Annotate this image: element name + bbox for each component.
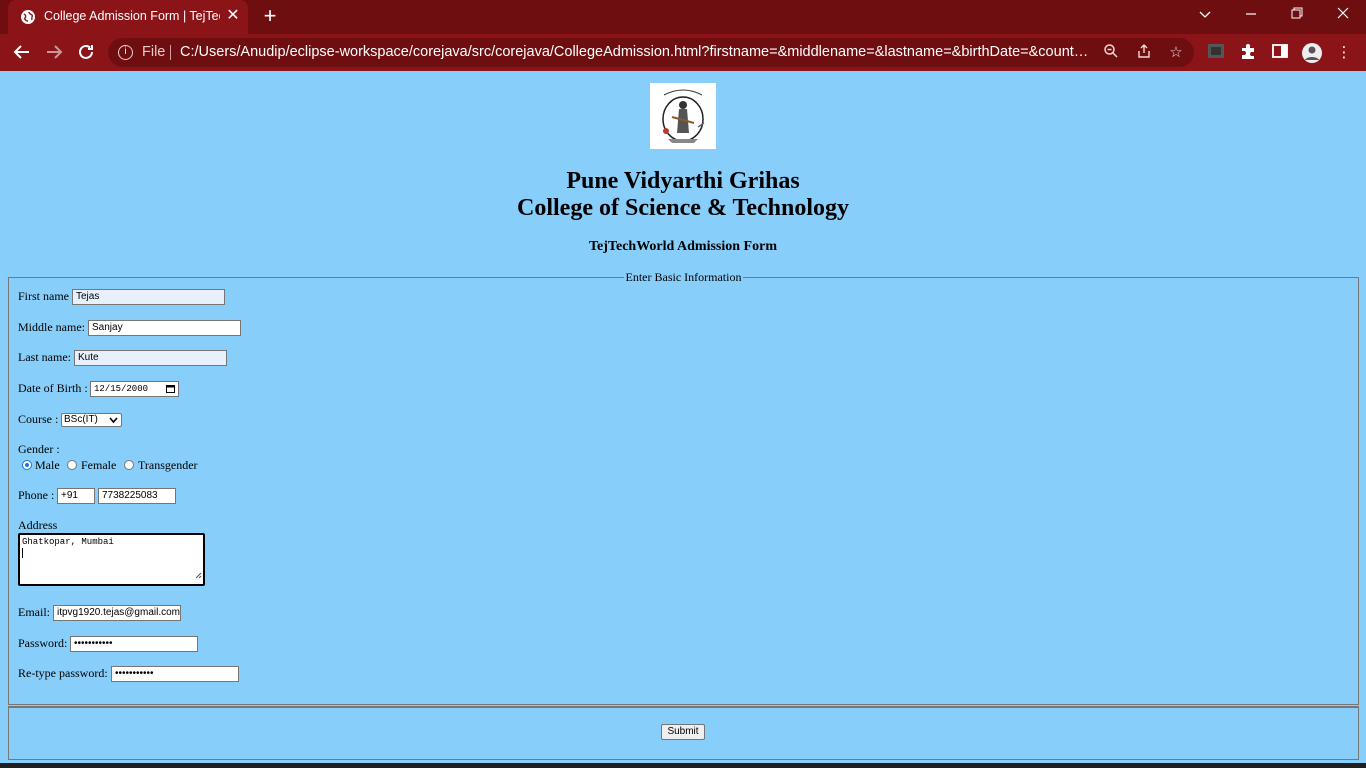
email-label: Email: xyxy=(18,605,50,619)
gender-transgender-label: Transgender xyxy=(138,458,198,472)
college-logo xyxy=(650,83,716,149)
password-label: Password: xyxy=(18,636,68,650)
form-title: TejTechWorld Admission Form xyxy=(589,239,777,254)
fieldset-legend: Enter Basic Information xyxy=(623,270,744,284)
minimize-button[interactable] xyxy=(1228,0,1274,30)
close-tab-icon[interactable]: ✕ xyxy=(224,7,242,25)
retype-password-label: Re-type password: xyxy=(18,666,108,680)
profile-avatar[interactable] xyxy=(1301,42,1322,63)
restore-button[interactable] xyxy=(1274,0,1320,30)
address-value: Ghatkopar, Mumbai xyxy=(22,537,114,547)
dob-value: 12/15/2000 xyxy=(94,384,149,394)
text-cursor xyxy=(22,548,23,558)
college-name-line1: Pune Vidyarthi Grihas xyxy=(566,168,800,194)
middle-name-label: Middle name: xyxy=(18,320,85,334)
dob-input[interactable]: 12/15/2000 xyxy=(90,381,179,397)
last-name-input[interactable]: Kute xyxy=(74,350,227,366)
gender-female-radio[interactable] xyxy=(67,460,77,470)
calendar-icon[interactable] xyxy=(166,384,175,396)
new-tab-button[interactable]: + xyxy=(258,5,282,29)
retype-password-input[interactable]: ••••••••••• xyxy=(111,666,239,682)
browser-toolbar: i File C:/Users/Anudip/eclipse-workspace… xyxy=(0,34,1366,71)
back-icon[interactable] xyxy=(10,40,34,64)
reload-icon[interactable] xyxy=(74,40,98,64)
email-input[interactable]: itpvg1920.tejas@gmail.com xyxy=(53,605,181,621)
last-name-label: Last name: xyxy=(18,350,71,364)
forward-icon[interactable] xyxy=(42,40,66,64)
file-label: File xyxy=(142,44,166,60)
middle-name-input[interactable]: Sanjay xyxy=(88,320,241,336)
menu-kebab-icon[interactable]: ⋮ xyxy=(1334,42,1354,62)
tab-title: College Admission Form | TejTech xyxy=(44,9,220,23)
address-bar[interactable]: i File C:/Users/Anudip/eclipse-workspace… xyxy=(108,38,1194,67)
gender-male-radio[interactable] xyxy=(22,460,32,470)
college-name: Pune Vidyarthi Grihas College of Science… xyxy=(0,168,1366,222)
phone-code-input[interactable]: +91 xyxy=(57,488,95,504)
dob-label: Date of Birth : xyxy=(18,381,88,395)
gender-male-label: Male xyxy=(35,458,60,472)
first-name-label: First name xyxy=(18,289,69,303)
divider xyxy=(170,45,171,60)
tab-search-icon[interactable] xyxy=(1182,0,1228,30)
college-name-line2: College of Science & Technology xyxy=(517,195,849,221)
course-selected-value: BSc(IT) xyxy=(64,414,98,425)
puzzle-icon[interactable] xyxy=(1238,42,1258,62)
gender-female-label: Female xyxy=(81,458,117,472)
url-text[interactable]: C:/Users/Anudip/eclipse-workspace/coreja… xyxy=(180,44,1092,60)
bookmark-star-icon[interactable]: ☆ xyxy=(1166,43,1186,63)
close-window-button[interactable] xyxy=(1320,0,1366,30)
course-label: Course : xyxy=(18,412,59,426)
info-icon[interactable]: i xyxy=(118,45,133,60)
extension-icon[interactable] xyxy=(1206,42,1226,62)
first-name-input[interactable]: Tejas xyxy=(72,289,225,305)
phone-input[interactable]: 7738225083 xyxy=(98,488,176,504)
zoom-icon[interactable] xyxy=(1101,43,1121,63)
password-input[interactable]: ••••••••••• xyxy=(70,636,198,652)
tab-strip: College Admission Form | TejTech ✕ + xyxy=(0,0,1366,34)
taskbar-edge xyxy=(0,763,1366,768)
gender-label: Gender : xyxy=(18,442,60,456)
globe-icon xyxy=(21,10,35,24)
course-select[interactable]: BSc(IT) xyxy=(61,413,122,427)
browser-tab[interactable]: College Admission Form | TejTech ✕ xyxy=(8,0,248,34)
resize-handle-icon[interactable] xyxy=(195,572,202,583)
address-label: Address xyxy=(18,518,58,532)
address-textarea[interactable]: Ghatkopar, Mumbai xyxy=(18,533,205,586)
submit-button[interactable]: Submit xyxy=(661,724,705,740)
phone-label: Phone : xyxy=(18,488,55,502)
side-panel-icon[interactable] xyxy=(1270,42,1290,62)
basic-info-fieldset: Enter Basic Information xyxy=(8,270,1359,705)
chevron-down-icon xyxy=(109,416,118,428)
share-icon[interactable] xyxy=(1134,43,1154,63)
gender-transgender-radio[interactable] xyxy=(124,460,134,470)
